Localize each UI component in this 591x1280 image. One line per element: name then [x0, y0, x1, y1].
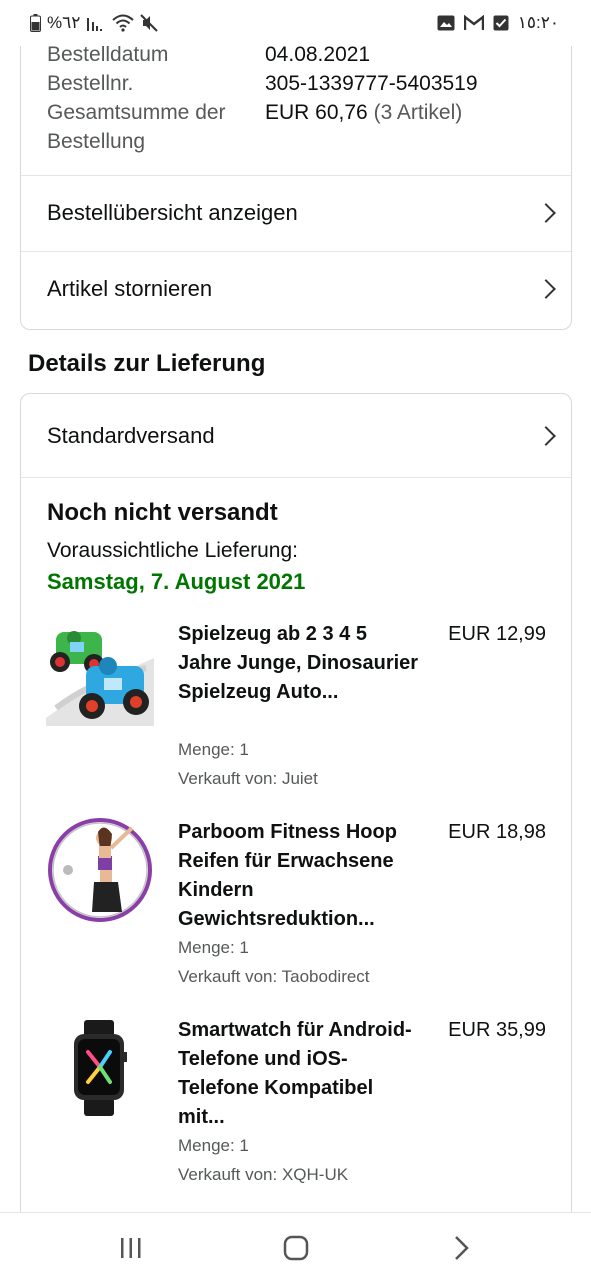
item-quantity: Menge: 1: [178, 740, 249, 759]
recents-icon[interactable]: [116, 1233, 146, 1263]
eta-label: Voraussichtliche Lieferung:: [47, 539, 298, 562]
order-total-amount: EUR 60,76: [265, 101, 368, 124]
shipping-method-link[interactable]: Standardversand: [21, 396, 571, 476]
battery-icon: [30, 14, 41, 32]
smartwatch-image[interactable]: [46, 1014, 154, 1122]
signal-icon: [87, 18, 103, 31]
delivery-section-title: Details zur Lieferung: [28, 350, 266, 377]
back-icon[interactable]: [446, 1233, 476, 1263]
status-left: %٦٢: [30, 12, 159, 34]
wifi-icon: [112, 14, 135, 32]
order-number-value: 305-1339777-5403519: [265, 72, 478, 95]
item-seller: Verkauft von: Juiet: [178, 769, 318, 788]
item-title[interactable]: Smartwatch für Android-Telefone und iOS-…: [178, 1016, 423, 1132]
cancel-items-link[interactable]: Artikel stornieren: [21, 251, 571, 327]
divider: [21, 477, 571, 478]
item-price: EUR 35,99: [448, 1019, 546, 1041]
shipment-status: Noch nicht versandt: [47, 499, 278, 526]
battery-level: %٦٢: [47, 13, 81, 32]
checkbox-icon: [493, 15, 509, 31]
toy-car-image[interactable]: [46, 618, 154, 726]
system-navigation-bar: [0, 1212, 591, 1280]
item-title[interactable]: Parboom Fitness Hoop Reifen für Erwachse…: [178, 818, 423, 934]
cancel-items-label: Artikel stornieren: [47, 276, 213, 301]
item-seller: Verkauft von: Taobodirect: [178, 967, 370, 986]
item-quantity: Menge: 1: [178, 1136, 249, 1155]
chevron-right-icon: [536, 426, 556, 446]
order-item: Spielzeug ab 2 3 4 5 Jahre Junge, Dinosa…: [21, 618, 571, 798]
order-summary-card: Bestelldatum 04.08.2021 Bestellnr. 305-1…: [20, 0, 572, 330]
item-title[interactable]: Spielzeug ab 2 3 4 5 Jahre Junge, Dinosa…: [178, 620, 423, 707]
order-item: Smartwatch für Android-Telefone und iOS-…: [21, 1014, 571, 1194]
chevron-right-icon: [536, 203, 556, 223]
item-quantity: Menge: 1: [178, 938, 249, 957]
order-total-label: Gesamtsumme der: [47, 101, 226, 124]
item-price: EUR 18,98: [448, 821, 546, 843]
item-seller: Verkauft von: XQH-UK: [178, 1165, 349, 1184]
fitness-hoop-image[interactable]: [46, 816, 154, 924]
item-price: EUR 12,99: [448, 623, 546, 645]
view-order-summary-label: Bestellübersicht anzeigen: [47, 200, 298, 225]
view-order-summary-link[interactable]: Bestellübersicht anzeigen: [21, 175, 571, 251]
mute-icon: [140, 14, 159, 32]
chevron-right-icon: [536, 279, 556, 299]
eta-date: Samstag, 7. August 2021: [47, 569, 306, 594]
order-item: Parboom Fitness Hoop Reifen für Erwachse…: [21, 816, 571, 996]
status-bar: %٦٢ ١٥:٢٠: [0, 0, 591, 46]
clock: ١٥:٢٠: [517, 13, 559, 32]
status-right: ١٥:٢٠: [437, 12, 559, 34]
shipping-method-label: Standardversand: [47, 423, 215, 448]
gallery-icon: [437, 15, 455, 31]
delivery-card: Standardversand Noch nicht versandt Vora…: [20, 393, 572, 1212]
order-total-count: (3 Artikel): [373, 101, 463, 124]
home-icon[interactable]: [281, 1233, 311, 1263]
order-details-content: Bestelldatum 04.08.2021 Bestellnr. 305-1…: [0, 0, 591, 1212]
order-total-label-cont: Bestellung: [47, 130, 146, 153]
gmail-icon: [463, 15, 484, 30]
order-number-label: Bestellnr.: [47, 72, 134, 95]
order-total-value: EUR 60,76 (3 Artikel): [265, 98, 462, 127]
